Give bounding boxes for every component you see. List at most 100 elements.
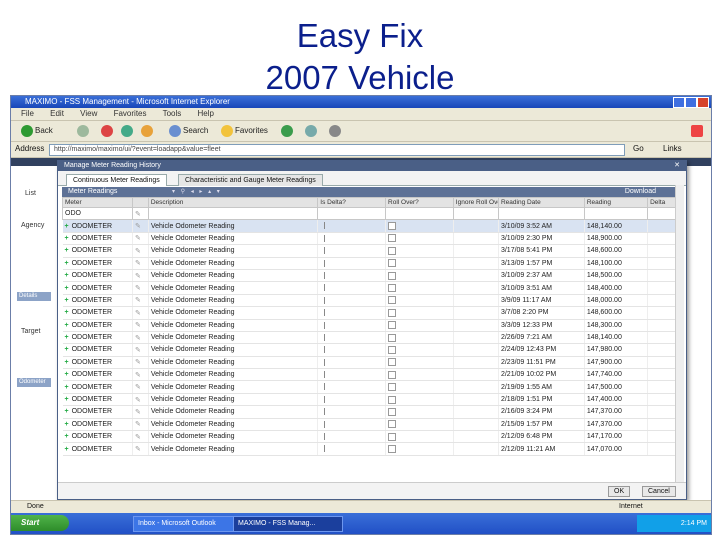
start-button[interactable]: Start (11, 515, 69, 531)
table-row[interactable]: + ODOMETER ✎ Vehicle Odometer Reading 2/16/0… (62, 405, 682, 419)
tab-continuous-meter-readings[interactable]: Continuous Meter Readings (66, 174, 167, 186)
table-row[interactable]: + ODOMETER ✎ Vehicle Odometer Reading 3/10/0… (62, 269, 682, 283)
meter-cell[interactable]: + ODOMETER (62, 319, 134, 332)
menu-edit[interactable]: Edit (50, 109, 64, 118)
expand-icon[interactable]: + (65, 297, 69, 304)
roll-over-checkbox[interactable] (388, 407, 397, 416)
back-button[interactable]: Back (21, 124, 53, 137)
table-row[interactable]: + ODOMETER ✎ Vehicle Odometer Reading 2/15/0… (62, 418, 682, 432)
roll-over-checkbox[interactable] (388, 358, 397, 367)
table-row[interactable]: + ODOMETER ✎ Vehicle Odometer Reading 3/10/0… (62, 281, 682, 295)
expand-icon[interactable]: + (65, 433, 69, 440)
roll-over-checkbox[interactable] (388, 308, 397, 317)
roll-over-checkbox[interactable] (388, 445, 397, 454)
meter-cell[interactable]: + ODOMETER (62, 219, 134, 233)
meter-cell[interactable]: + ODOMETER (62, 368, 134, 382)
task-maximo[interactable]: MAXIMO - FSS Manag... (233, 516, 343, 532)
roll-over-checkbox[interactable] (388, 246, 397, 255)
roll-over-checkbox[interactable] (388, 271, 397, 280)
table-row[interactable]: + ODOMETER ✎ Vehicle Odometer Reading 2/12/0… (62, 442, 682, 456)
table-row[interactable]: + ODOMETER ✎ Vehicle Odometer Reading 2/21/0… (62, 368, 682, 382)
expand-icon[interactable]: + (65, 371, 69, 378)
roll-over-checkbox[interactable] (388, 333, 397, 342)
expand-icon[interactable]: + (65, 247, 69, 254)
roll-over-checkbox[interactable] (388, 370, 397, 379)
meter-cell[interactable]: + ODOMETER (62, 442, 134, 456)
table-row[interactable]: + ODOMETER ✎ Vehicle Odometer Reading 3/3/09… (62, 319, 682, 332)
col-description[interactable]: Description (147, 197, 319, 208)
expand-icon[interactable]: + (65, 408, 69, 415)
roll-over-checkbox[interactable] (388, 284, 397, 293)
expand-icon[interactable]: + (65, 359, 69, 366)
meter-cell[interactable]: + ODOMETER (62, 294, 134, 308)
table-row[interactable]: + ODOMETER ✎ Vehicle Odometer Reading 2/26/0… (62, 331, 682, 345)
mail-button[interactable] (305, 124, 319, 137)
search-button[interactable]: Search (169, 124, 208, 137)
expand-icon[interactable]: + (65, 396, 69, 403)
reading-filter-input[interactable] (583, 206, 649, 221)
meter-cell[interactable]: + ODOMETER (62, 430, 134, 444)
expand-icon[interactable]: + (65, 272, 69, 279)
description-filter-input[interactable] (147, 206, 319, 221)
refresh-button[interactable] (121, 124, 135, 137)
menu-tools[interactable]: Tools (163, 109, 182, 118)
task-outlook[interactable]: Inbox - Microsoft Outlook (133, 516, 235, 532)
meter-cell[interactable]: + ODOMETER (62, 232, 134, 246)
col-meter[interactable]: Meter (61, 197, 134, 208)
roll-over-checkbox[interactable] (388, 222, 397, 231)
roll-over-checkbox[interactable] (388, 234, 397, 243)
reading-date-filter-input[interactable] (497, 206, 585, 221)
menu-help[interactable]: Help (198, 109, 214, 118)
roll-over-checkbox[interactable] (388, 383, 397, 392)
table-row[interactable]: + ODOMETER ✎ Vehicle Odometer Reading 3/13/0… (62, 257, 682, 270)
expand-icon[interactable]: + (65, 260, 69, 267)
meter-cell[interactable]: + ODOMETER (62, 331, 134, 345)
expand-icon[interactable]: + (65, 309, 69, 316)
roll-over-checkbox[interactable] (388, 420, 397, 429)
meter-cell[interactable]: + ODOMETER (62, 393, 134, 407)
address-input[interactable]: http://maximo/maximo/ui/?event=loadapp&v… (49, 144, 625, 156)
filter-tools-icon[interactable]: ▾ ⚲ ◂ ▸ ▴ ▾ (172, 187, 222, 197)
col-ignore-roll-over[interactable]: Ignore Roll Over? (452, 197, 499, 208)
expand-icon[interactable]: + (65, 334, 69, 341)
table-row[interactable]: + ODOMETER ✎ Vehicle Odometer Reading 3/7/08… (62, 306, 682, 320)
ok-button[interactable]: OK (608, 486, 631, 497)
table-row[interactable]: + ODOMETER ✎ Vehicle Odometer Reading 3/10/0… (62, 219, 682, 233)
meter-filter-input[interactable]: ODO (61, 206, 134, 221)
roll-over-checkbox[interactable] (388, 432, 397, 441)
expand-icon[interactable]: + (65, 223, 69, 230)
links-button[interactable]: Links (663, 144, 682, 153)
meter-cell[interactable]: + ODOMETER (62, 244, 134, 258)
menu-view[interactable]: View (80, 109, 97, 118)
vertical-scrollbar[interactable] (675, 185, 684, 485)
dialog-close-icon[interactable]: ✕ (674, 161, 680, 171)
go-button[interactable]: Go (633, 144, 644, 153)
download-link[interactable]: Download (625, 187, 656, 197)
print-button[interactable] (329, 124, 343, 137)
roll-over-checkbox[interactable] (388, 345, 397, 354)
table-row[interactable]: + ODOMETER ✎ Vehicle Odometer Reading 2/12/0… (62, 430, 682, 444)
expand-icon[interactable]: + (65, 421, 69, 428)
tab-characteristic-gauge-readings[interactable]: Characteristic and Gauge Meter Readings (178, 174, 323, 186)
table-row[interactable]: + ODOMETER ✎ Vehicle Odometer Reading 3/9/09… (62, 294, 682, 308)
minimize-button[interactable] (673, 97, 685, 108)
roll-over-checkbox[interactable] (388, 259, 397, 268)
meter-cell[interactable]: + ODOMETER (62, 306, 134, 320)
menu-file[interactable]: File (21, 109, 34, 118)
forward-button[interactable] (77, 124, 91, 137)
expand-icon[interactable]: + (65, 446, 69, 453)
table-row[interactable]: + ODOMETER ✎ Vehicle Odometer Reading 2/24/0… (62, 343, 682, 357)
col-reading[interactable]: Reading (583, 197, 649, 208)
col-roll-over[interactable]: Roll Over? (385, 197, 454, 208)
meter-cell[interactable]: + ODOMETER (62, 418, 134, 432)
meter-cell[interactable]: + ODOMETER (62, 281, 134, 295)
meter-cell[interactable]: + ODOMETER (62, 380, 134, 394)
meter-cell[interactable]: + ODOMETER (62, 356, 134, 370)
history-button[interactable] (281, 124, 295, 137)
expand-icon[interactable]: + (65, 235, 69, 242)
home-button[interactable] (141, 124, 155, 137)
table-row[interactable]: + ODOMETER ✎ Vehicle Odometer Reading 2/23/0… (62, 356, 682, 370)
menu-favorites[interactable]: Favorites (114, 109, 147, 118)
cancel-button[interactable]: Cancel (642, 486, 676, 497)
meter-cell[interactable]: + ODOMETER (62, 405, 134, 419)
